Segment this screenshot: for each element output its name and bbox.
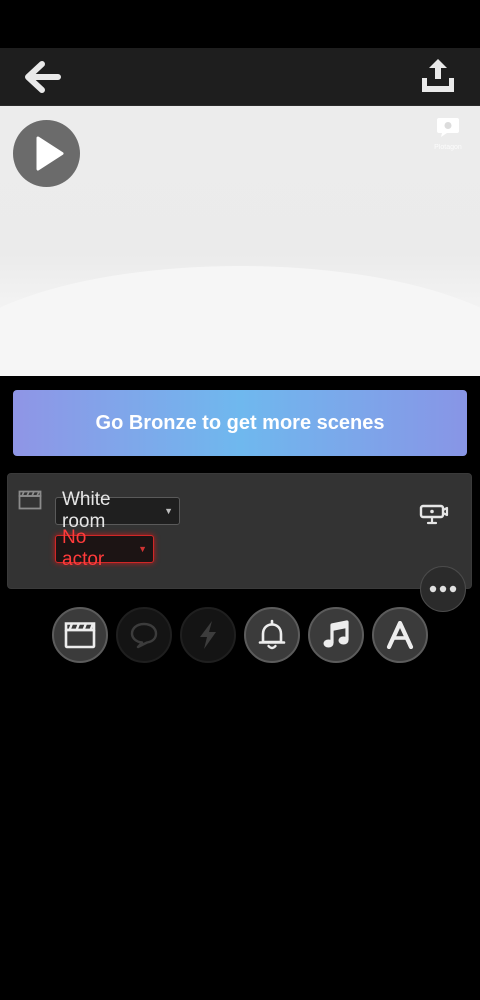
more-options-button[interactable] (420, 566, 466, 612)
scene-card-icon (18, 490, 42, 510)
tool-scene-button[interactable] (52, 607, 108, 663)
text-a-icon (386, 621, 414, 649)
tool-dialogue-button[interactable] (116, 607, 172, 663)
status-bar (0, 0, 480, 48)
tool-music-button[interactable] (308, 607, 364, 663)
top-bar (0, 48, 480, 106)
camera-button[interactable] (419, 502, 449, 526)
watermark: Plotagon (430, 116, 466, 151)
actor-dropdown[interactable]: No actor ▼ (55, 527, 154, 570)
arrow-left-icon (25, 61, 61, 93)
plotagon-logo-icon (437, 118, 459, 137)
camera-icon (419, 504, 449, 525)
go-bronze-button[interactable]: Go Bronze to get more scenes (13, 390, 467, 456)
tool-action-button[interactable] (180, 607, 236, 663)
scene-card: White room ▼ No actor ▼ (7, 473, 472, 589)
play-button[interactable] (13, 120, 80, 187)
share-upload-icon (422, 59, 454, 92)
share-button[interactable] (418, 56, 458, 96)
scene-preview: Plotagon (0, 106, 480, 376)
clapperboard-icon (64, 622, 96, 649)
speech-bubble-icon (130, 622, 158, 649)
chevron-down-icon: ▼ (164, 506, 173, 516)
tool-text-button[interactable] (372, 607, 428, 663)
chevron-down-icon: ▼ (138, 544, 147, 554)
actor-value: No actor (62, 527, 105, 570)
tool-sound-button[interactable] (244, 607, 300, 663)
location-dropdown[interactable]: White room ▼ (55, 489, 180, 532)
back-button[interactable] (22, 60, 64, 94)
watermark-label: Plotagon (434, 144, 462, 151)
preview-floor (0, 266, 480, 376)
bell-icon (258, 619, 286, 650)
clapperboard-icon (18, 490, 42, 510)
more-dots-icon (429, 585, 457, 593)
music-note-icon (323, 620, 349, 648)
lightning-icon (200, 621, 216, 649)
play-icon (36, 136, 64, 171)
